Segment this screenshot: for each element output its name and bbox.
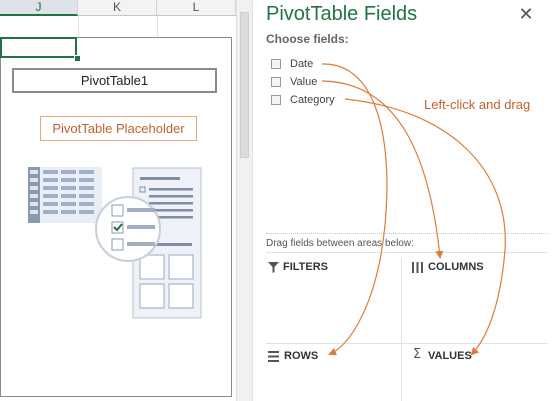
filter-icon [268,262,279,273]
pivot-table-name: PivotTable1 [12,68,217,93]
column-header-j[interactable]: J [0,0,78,16]
rows-icon [268,351,279,362]
field-checkbox[interactable] [271,59,281,69]
values-area-label: VALUES [428,350,472,362]
close-icon[interactable]: ✕ [518,5,534,23]
rows-area-label: ROWS [284,350,319,362]
columns-area-label: COLUMNS [428,261,484,273]
grid-line [157,16,158,38]
data-table-icon [28,167,102,223]
column-header-k[interactable]: K [78,0,157,15]
worksheet-area[interactable]: J K L PivotTable1 PivotTable Placeholder [0,0,236,401]
pivot-table-fields-panel: PivotTable Fields ✕ Choose fields: Date … [253,0,555,401]
drag-areas-hint: Drag fields between areas below: [266,238,414,249]
column-header-row: J K L [0,0,236,16]
pivot-placeholder-label: PivotTable Placeholder [40,116,197,141]
pivot-illustration-icon [28,167,202,319]
choose-fields-label: Choose fields: [266,32,349,46]
panel-title: PivotTable Fields [266,3,418,25]
field-label: Date [290,58,314,70]
field-label: Value [290,76,318,88]
column-header-l[interactable]: L [157,0,236,15]
vertical-scrollbar[interactable] [236,0,252,401]
sigma-icon: Σ [413,347,422,362]
drag-annotation: Left-click and drag [424,97,531,112]
field-checkbox[interactable] [271,95,281,105]
filters-area-label: FILTERS [283,261,329,273]
active-cell[interactable] [0,37,77,58]
checkbox-zoom-icon [95,196,161,262]
areas-horizontal-divider [266,343,548,344]
field-label: Category [290,94,335,106]
areas-top-divider [266,252,548,253]
scrollbar-thumb[interactable] [240,12,249,158]
fill-handle[interactable] [74,55,81,62]
field-checkbox[interactable] [271,77,281,87]
section-separator [266,233,548,234]
grid-line [78,16,79,38]
columns-icon [412,262,423,273]
